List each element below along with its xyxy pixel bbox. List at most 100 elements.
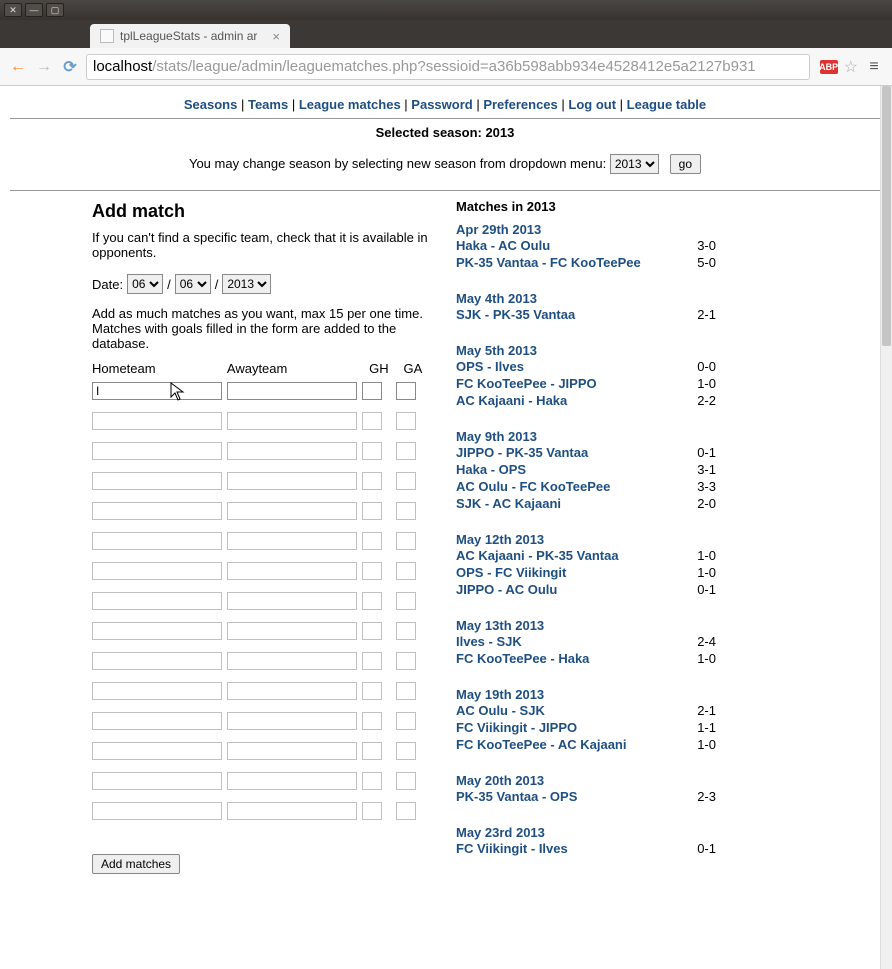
ga-input[interactable]: [396, 382, 416, 400]
hometeam-input[interactable]: [92, 622, 222, 640]
nav-link-league-matches[interactable]: League matches: [299, 97, 401, 112]
gh-input[interactable]: [362, 682, 382, 700]
hometeam-input[interactable]: [92, 592, 222, 610]
match-link[interactable]: FC KooTeePee - Haka: [456, 651, 589, 666]
match-link[interactable]: OPS - FC Viikingit: [456, 565, 566, 580]
gh-input[interactable]: [362, 802, 382, 820]
date-day-select[interactable]: 06: [127, 274, 163, 294]
match-date-link[interactable]: May 23rd 2013: [456, 825, 545, 840]
season-select[interactable]: 2013: [610, 154, 659, 174]
ga-input[interactable]: [396, 712, 416, 730]
match-link[interactable]: FC KooTeePee - JIPPO: [456, 376, 597, 391]
scrollbar[interactable]: [880, 86, 892, 969]
match-date-link[interactable]: May 9th 2013: [456, 429, 537, 444]
hometeam-input[interactable]: [92, 502, 222, 520]
awayteam-input[interactable]: [227, 592, 357, 610]
awayteam-input[interactable]: [227, 412, 357, 430]
nav-link-seasons[interactable]: Seasons: [184, 97, 237, 112]
ga-input[interactable]: [396, 682, 416, 700]
awayteam-input[interactable]: [227, 382, 357, 400]
match-link[interactable]: FC KooTeePee - AC Kajaani: [456, 737, 626, 752]
awayteam-input[interactable]: [227, 772, 357, 790]
ga-input[interactable]: [396, 532, 416, 550]
ga-input[interactable]: [396, 562, 416, 580]
hometeam-input[interactable]: [92, 712, 222, 730]
gh-input[interactable]: [362, 472, 382, 490]
match-link[interactable]: AC Oulu - FC KooTeePee: [456, 479, 610, 494]
match-date-link[interactable]: May 4th 2013: [456, 291, 537, 306]
ga-input[interactable]: [396, 592, 416, 610]
gh-input[interactable]: [362, 412, 382, 430]
match-link[interactable]: AC Kajaani - PK-35 Vantaa: [456, 548, 619, 563]
awayteam-input[interactable]: [227, 622, 357, 640]
gh-input[interactable]: [362, 442, 382, 460]
awayteam-input[interactable]: [227, 472, 357, 490]
tab-close-icon[interactable]: ×: [272, 29, 280, 44]
url-bar[interactable]: localhost/stats/league/admin/leaguematch…: [86, 54, 810, 80]
awayteam-input[interactable]: [227, 742, 357, 760]
ga-input[interactable]: [396, 442, 416, 460]
match-date-link[interactable]: Apr 29th 2013: [456, 222, 541, 237]
match-link[interactable]: OPS - Ilves: [456, 359, 524, 374]
hometeam-input[interactable]: [92, 652, 222, 670]
match-link[interactable]: JIPPO - PK-35 Vantaa: [456, 445, 588, 460]
match-date-link[interactable]: May 19th 2013: [456, 687, 544, 702]
nav-link-league-table[interactable]: League table: [627, 97, 706, 112]
nav-reload-icon[interactable]: ⟳: [60, 57, 80, 77]
awayteam-input[interactable]: [227, 502, 357, 520]
match-link[interactable]: SJK - AC Kajaani: [456, 496, 561, 511]
nav-link-preferences[interactable]: Preferences: [483, 97, 557, 112]
gh-input[interactable]: [362, 592, 382, 610]
ga-input[interactable]: [396, 472, 416, 490]
hometeam-input[interactable]: [92, 682, 222, 700]
hometeam-input[interactable]: [92, 742, 222, 760]
match-date-link[interactable]: May 12th 2013: [456, 532, 544, 547]
add-matches-button[interactable]: Add matches: [92, 854, 180, 874]
gh-input[interactable]: [362, 532, 382, 550]
hometeam-input[interactable]: [92, 472, 222, 490]
gh-input[interactable]: [362, 712, 382, 730]
gh-input[interactable]: [362, 562, 382, 580]
match-link[interactable]: AC Oulu - SJK: [456, 703, 545, 718]
ga-input[interactable]: [396, 652, 416, 670]
nav-link-log-out[interactable]: Log out: [568, 97, 616, 112]
match-date-link[interactable]: May 13th 2013: [456, 618, 544, 633]
window-close-button[interactable]: ✕: [4, 3, 22, 17]
hometeam-input[interactable]: [92, 772, 222, 790]
match-link[interactable]: Haka - AC Oulu: [456, 238, 550, 253]
browser-tab[interactable]: tplLeagueStats - admin ar ×: [90, 24, 290, 48]
ga-input[interactable]: [396, 502, 416, 520]
date-month-select[interactable]: 06: [175, 274, 211, 294]
match-link[interactable]: FC Viikingit - Ilves: [456, 841, 568, 856]
hometeam-input[interactable]: [92, 382, 222, 400]
ga-input[interactable]: [396, 772, 416, 790]
hometeam-input[interactable]: [92, 562, 222, 580]
match-link[interactable]: Ilves - SJK: [456, 634, 522, 649]
awayteam-input[interactable]: [227, 712, 357, 730]
awayteam-input[interactable]: [227, 532, 357, 550]
season-go-button[interactable]: go: [670, 154, 701, 174]
window-minimize-button[interactable]: —: [25, 3, 43, 17]
awayteam-input[interactable]: [227, 652, 357, 670]
awayteam-input[interactable]: [227, 682, 357, 700]
ga-input[interactable]: [396, 802, 416, 820]
gh-input[interactable]: [362, 652, 382, 670]
bookmark-star-icon[interactable]: ☆: [844, 57, 858, 77]
awayteam-input[interactable]: [227, 802, 357, 820]
scrollbar-thumb[interactable]: [882, 86, 891, 346]
ga-input[interactable]: [396, 622, 416, 640]
nav-link-teams[interactable]: Teams: [248, 97, 288, 112]
match-link[interactable]: Haka - OPS: [456, 462, 526, 477]
match-link[interactable]: JIPPO - AC Oulu: [456, 582, 557, 597]
gh-input[interactable]: [362, 382, 382, 400]
ga-input[interactable]: [396, 412, 416, 430]
adblock-icon[interactable]: ABP: [820, 60, 838, 74]
browser-menu-icon[interactable]: ≡: [864, 58, 884, 76]
hometeam-input[interactable]: [92, 442, 222, 460]
match-link[interactable]: SJK - PK-35 Vantaa: [456, 307, 575, 322]
match-link[interactable]: PK-35 Vantaa - FC KooTeePee: [456, 255, 641, 270]
match-date-link[interactable]: May 20th 2013: [456, 773, 544, 788]
date-year-select[interactable]: 2013: [222, 274, 271, 294]
match-date-link[interactable]: May 5th 2013: [456, 343, 537, 358]
match-link[interactable]: AC Kajaani - Haka: [456, 393, 567, 408]
